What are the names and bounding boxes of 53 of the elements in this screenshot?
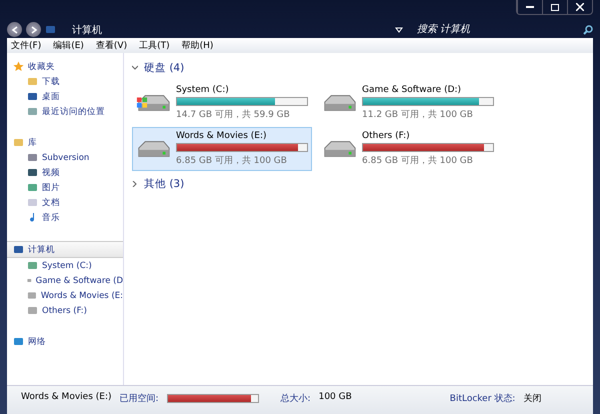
drive-name: System (C:) <box>176 85 230 95</box>
nav-item[interactable]: Subversion <box>7 150 123 165</box>
nav-item[interactable]: Words & Movies (E: <box>7 288 123 303</box>
nav-item[interactable]: 音乐 <box>7 210 123 225</box>
chevron-down-icon <box>132 65 138 71</box>
drive-name: Words & Movies (E:) <box>176 131 268 141</box>
menu-item[interactable]: 查看(V) <box>96 39 128 52</box>
drive-tile[interactable]: Words & Movies (E:) 6.85 GB 可用，共 100 GB <box>132 127 312 171</box>
nav-item[interactable]: Others (F:) <box>7 303 123 318</box>
nav-item[interactable]: 计算机 <box>7 241 123 258</box>
minimize-icon <box>526 6 534 8</box>
search-icon <box>583 24 593 34</box>
nav-item[interactable]: Game & Software (D <box>7 273 123 288</box>
nav-item[interactable]: 视频 <box>7 165 123 180</box>
nav-item[interactable]: 文档 <box>7 195 123 210</box>
back-button[interactable] <box>7 22 22 37</box>
star-icon <box>13 61 24 72</box>
drive-tile[interactable]: Others (F:) 6.85 GB 可用，共 100 GB <box>318 127 498 171</box>
menu-item[interactable]: 文件(F) <box>11 39 42 52</box>
forward-button[interactable] <box>26 22 41 37</box>
nav-item[interactable]: 图片 <box>7 180 123 195</box>
drive-space: 6.85 GB 可用，共 100 GB <box>176 154 288 167</box>
maximize-icon <box>551 4 559 10</box>
drive-tile[interactable]: System (C:) 14.7 GB 可用，共 59.9 GB <box>132 81 312 125</box>
nav-item[interactable]: 库 <box>7 135 123 150</box>
nav-item[interactable]: System (C:) <box>7 258 123 273</box>
details-name: Words & Movies (E:) <box>21 392 112 402</box>
nav-item[interactable]: 桌面 <box>7 89 123 104</box>
drive-tile[interactable]: Game & Software (D:) 11.2 GB 可用，共 100 GB <box>318 81 498 125</box>
drive-space: 6.85 GB 可用，共 100 GB <box>362 154 474 167</box>
nav-item[interactable]: 最近访问的位置 <box>7 104 123 119</box>
close-icon <box>576 3 584 11</box>
nav-item[interactable]: 收藏夹 <box>7 59 123 74</box>
size-value: 100 GB <box>318 392 352 402</box>
nav-item[interactable]: 下载 <box>7 74 123 89</box>
used-label: 已用空间: <box>120 392 159 405</box>
menu-item[interactable]: 工具(T) <box>139 39 170 52</box>
nav-item[interactable]: 网络 <box>7 334 123 349</box>
menu-item[interactable]: 编辑(E) <box>53 39 84 52</box>
group-header[interactable]: 硬盘 (4) <box>132 61 585 75</box>
group-header[interactable]: 其他 (3) <box>132 177 585 191</box>
drive-name: Others (F:) <box>362 131 411 141</box>
bitlocker-label: BitLocker 状态: <box>450 392 516 405</box>
drive-name: Game & Software (D:) <box>362 85 462 95</box>
size-label: 总大小: <box>280 392 311 405</box>
chevron-right-icon <box>132 181 138 187</box>
menu-item[interactable]: 帮助(H) <box>182 39 214 52</box>
dropdown-icon <box>395 26 403 32</box>
drive-space: 11.2 GB 可用，共 100 GB <box>362 108 474 121</box>
breadcrumb-item[interactable]: 计算机 <box>72 22 102 36</box>
drive-space: 14.7 GB 可用，共 59.9 GB <box>176 108 291 121</box>
bitlocker-value: 关闭 <box>523 392 542 405</box>
search-field[interactable]: 搜索 计算机 <box>415 23 579 36</box>
